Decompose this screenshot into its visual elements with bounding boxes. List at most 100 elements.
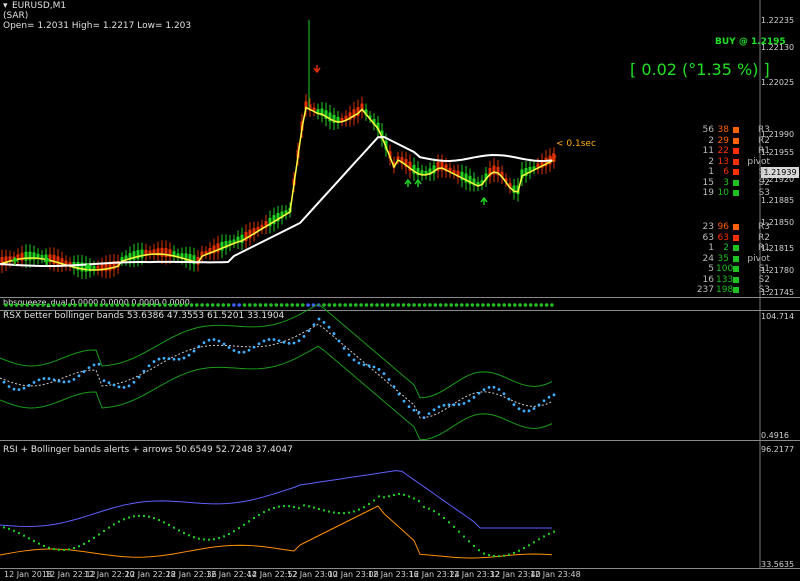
rsx-dot [167,357,171,361]
rsx-dot [187,353,191,357]
rsi-dot [458,530,460,533]
rsi-dot [473,544,475,547]
rsi-dot [418,500,420,503]
rsi-dot [198,537,200,540]
rsi-dot [228,533,230,536]
bbsqueeze-dot [481,303,485,307]
rsx-dot [317,317,321,321]
rsi-dot [478,549,480,552]
rsi-dot [88,540,90,543]
rsi-dot [503,554,505,557]
rsi-dot [138,514,140,517]
candle-body [52,254,56,264]
rsi-dot [158,519,160,522]
bbsqueeze-dot [205,303,210,307]
rsi-dot [528,544,530,547]
rsx-dot [482,388,486,391]
fast-ma-line [1,106,555,271]
rsi-dot [343,512,345,515]
rsi-dot [378,495,380,498]
bbsqueeze-dot [327,303,332,307]
rsx-dot [32,380,36,384]
rsi-dot [218,537,220,540]
rsi-dot [383,496,385,499]
rsx-dot [137,375,141,379]
bbsqueeze-dot [168,303,173,307]
bbsqueeze-dot [131,303,135,307]
rsi-dot [33,540,35,543]
rsi-dot [18,532,20,535]
bbsqueeze-dot [359,303,363,307]
rsx-dot [242,350,246,354]
bbsqueeze-dot [120,303,125,307]
rsx-dot [72,377,76,381]
bbsqueeze-dot [57,303,61,307]
rsi-dot [463,535,465,538]
bbsqueeze-dot [433,303,438,307]
rsi-dot [123,518,125,521]
rsx-dot [212,338,216,341]
bbsqueeze-dot [306,303,310,307]
rsi-dot [278,505,280,508]
rsx-dot [292,341,296,345]
rsi-dot [148,515,150,518]
rsx-dot [542,399,546,403]
candle-body [136,250,140,260]
rsx-dot [477,391,481,395]
candle-body [164,248,168,258]
rsi-dot [173,526,175,529]
rsi-dot [83,542,85,545]
bbsqueeze-dot [507,303,512,307]
rsi-dot [103,530,105,533]
rsx-dot [547,395,551,399]
bbsqueeze-dot [253,303,257,307]
bbsqueeze-dot [401,303,406,307]
buy-arrow-icon [414,178,422,187]
rsx-dot [132,380,136,384]
bbsqueeze-dot [99,303,104,307]
bbsqueeze-dot [486,303,491,307]
rsi-dot [313,506,315,509]
rsx-dot [362,363,366,367]
rsi-dot [8,527,10,530]
rsi-dot [453,525,455,528]
bbsqueeze-dot [242,303,247,307]
bbsqueeze-dot [226,303,231,307]
rsx-dot [347,353,351,357]
rsi-dot [168,523,170,526]
rsi-dot [13,529,15,532]
bbsqueeze-dot [163,303,167,307]
bbsqueeze-dot [465,303,469,307]
rsx-dot [37,378,41,382]
rsi-dot [263,511,265,514]
bbsqueeze-dot [89,303,93,307]
rsx-dot [352,358,356,362]
rsx-dot [332,332,336,335]
rsi-dot [403,493,405,496]
bbsqueeze-dot [210,303,215,307]
rsx-dot [77,374,81,378]
rsx-dot [192,349,196,353]
chart-canvas [0,0,761,568]
rsx-dot [157,357,161,361]
bbsqueeze-dot [73,303,77,307]
rsx-dot [257,342,261,346]
rsi-dot [48,546,50,549]
rsx-dot [42,377,46,380]
rsi-dot [338,512,340,515]
bbsqueeze-dot [62,303,67,307]
bbsqueeze-dot [279,303,284,307]
bbsqueeze-dot [407,303,411,307]
bbsqueeze-dot [258,303,263,307]
bbsqueeze-dot [385,303,390,307]
rsx-dot [357,361,361,365]
rsi-dot [518,549,520,552]
rsx-dot [337,339,341,343]
rsi-dot [363,506,365,509]
rsi-dot [548,532,550,535]
bbsqueeze-dot [528,303,533,307]
rsx-dot [267,338,271,341]
candle-body [24,251,28,261]
rsi-dot [93,536,95,539]
rsi-dot [323,509,325,512]
